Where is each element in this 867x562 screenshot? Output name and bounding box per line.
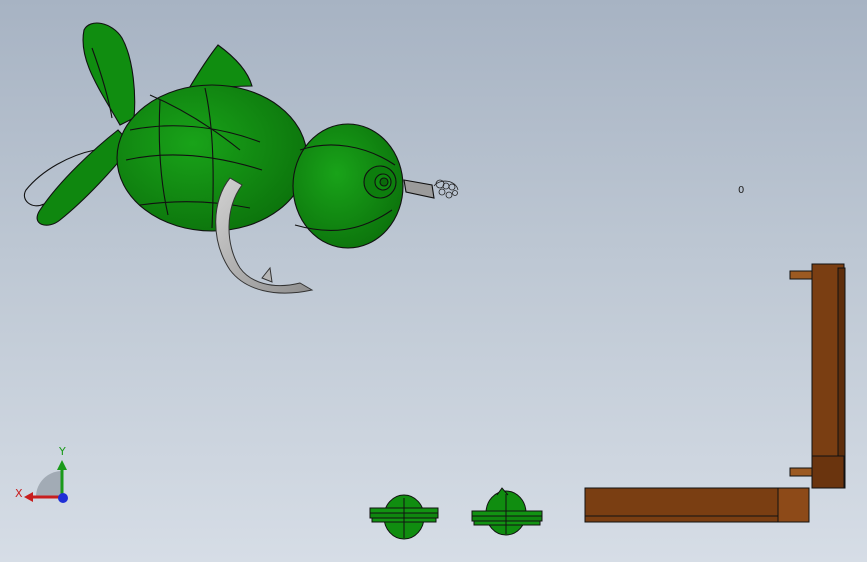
origin-marker: 0 [738, 185, 744, 196]
model-canvas[interactable]: 0 Y X [0, 0, 867, 562]
reference-triad: Y X [15, 445, 68, 503]
graphics-viewport[interactable]: 0 Y X [0, 0, 867, 562]
small-part-left[interactable] [369, 494, 439, 540]
triad-plane-icon [36, 471, 62, 497]
small-part-right[interactable] [471, 487, 543, 536]
z-axis-dot-icon [58, 493, 68, 503]
triad-y-label: Y [58, 445, 66, 458]
wooden-bracket[interactable] [584, 263, 846, 523]
fish-lure-model[interactable] [24, 22, 459, 249]
triad-x-label: X [15, 487, 23, 500]
wire-coil [433, 179, 459, 199]
